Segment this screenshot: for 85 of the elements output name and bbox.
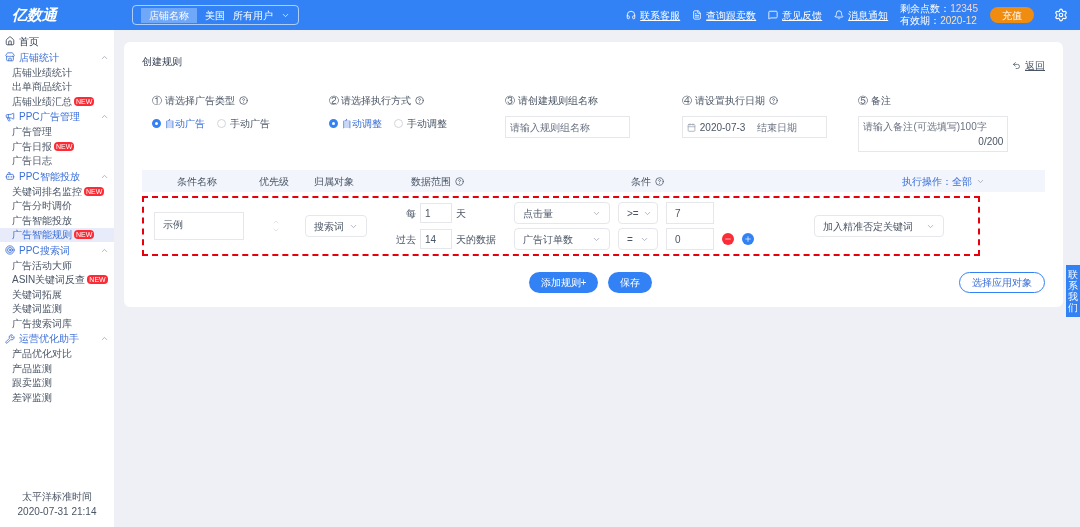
help-icon (415, 96, 425, 105)
target-select[interactable]: 搜索词 (305, 215, 367, 237)
operator-select[interactable]: >= (618, 202, 658, 224)
date-range-field[interactable]: 2020-07-3 结束日期 (681, 116, 827, 138)
radio-option[interactable]: 手动调整 (393, 116, 447, 131)
sidebar-item[interactable]: 广告分时调价 (0, 198, 114, 213)
plus-icon (744, 235, 752, 243)
sidebar-item[interactable]: 产品优化对比 (0, 346, 114, 361)
page-title: 创建规则 (142, 55, 182, 69)
sidebar-item[interactable]: 跟卖监测 (0, 375, 114, 390)
time-text: 2020-07-31 21:14 (16, 505, 98, 519)
sidebar-item[interactable]: 出单商品统计 (0, 79, 114, 94)
target-icon (5, 245, 15, 255)
timezone-text: 太平洋标准时间 (21, 490, 93, 504)
help-icon (238, 96, 248, 105)
add-rule-button[interactable]: 添加规则+ (528, 272, 599, 293)
sidebar-group[interactable]: PPC搜索词 (0, 242, 114, 258)
remark-field[interactable]: 请输入备注(可选填写)100字 0/200 (858, 116, 1009, 152)
settings-icon[interactable] (1054, 8, 1068, 22)
store-selector[interactable]: 店铺名称 美国 所有用户 (132, 5, 299, 25)
help-icon (454, 176, 464, 186)
sidebar-item[interactable]: 店铺业绩统计 (0, 65, 114, 80)
step-label: ⑤ 备注 (858, 94, 893, 108)
logo: 亿数通 (12, 4, 59, 25)
radio-option[interactable]: 手动广告 (217, 116, 270, 131)
bell-icon (834, 10, 845, 20)
sidebar-group[interactable]: 店铺统计 (0, 49, 114, 65)
headset-icon (626, 10, 637, 20)
add-button[interactable] (742, 233, 754, 245)
help-icon (768, 96, 778, 105)
input-field[interactable]: 请输入规则组名称 (505, 116, 631, 138)
metric-select[interactable]: 广告订单数 (514, 228, 610, 250)
step-label: ④ 请设置执行日期 (681, 93, 859, 108)
operator-select[interactable]: = (618, 228, 658, 250)
condition-name-field[interactable]: 示例 (154, 212, 244, 240)
number-field[interactable]: 14 (420, 229, 452, 249)
sidebar-item[interactable]: 广告活动大师 (0, 258, 114, 273)
expiry-text: 有效期：2020-12 (900, 15, 978, 27)
number-field[interactable]: 1 (420, 203, 452, 223)
value-field[interactable]: 0 (666, 228, 714, 250)
sidebar-item[interactable]: 广告管理 (0, 124, 114, 139)
metric-select[interactable]: 点击量 (514, 202, 610, 224)
megaphone-icon (5, 111, 15, 122)
sidebar-group[interactable]: 首页 (0, 33, 114, 49)
calendar-icon (686, 122, 696, 132)
save-button[interactable]: 保存 (608, 272, 653, 293)
past-label: 过去 (396, 232, 416, 247)
floating-tab[interactable]: 联系我们 (1066, 265, 1080, 317)
remove-button[interactable] (722, 233, 734, 245)
sidebar-group[interactable]: PPC广告管理 (0, 108, 114, 125)
undo-icon (1012, 61, 1021, 70)
store-icon (5, 52, 15, 62)
sidebar-item[interactable]: 关键词监测 (0, 301, 114, 316)
step-label: ③ 请创建规则组名称 (505, 94, 599, 108)
chat-icon (768, 10, 779, 20)
radio-option[interactable]: 自动调整 (328, 116, 382, 131)
table-header: 条件名称 优先级 归属对象 数据范围 条件 执行操作：全部 (142, 170, 1045, 192)
document-icon (692, 10, 703, 20)
help-icon (654, 176, 664, 186)
home-icon (5, 36, 15, 46)
value-field[interactable]: 7 (666, 202, 714, 224)
unit-label: 天 (456, 206, 467, 221)
back-link[interactable]: 返回 (1012, 58, 1045, 73)
sidebar-item[interactable]: 差评监测 (0, 390, 114, 405)
points-text: 剩余点数：12345 (900, 3, 978, 15)
sidebar-group[interactable]: 运营优化助手 (0, 330, 114, 347)
unit-label: 天的数据 (456, 232, 497, 247)
header-link[interactable]: 消息通知 (834, 7, 889, 23)
header-link[interactable]: 联系客服 (626, 7, 681, 23)
minus-icon (724, 235, 732, 243)
sidebar-item[interactable]: 广告智能投放 (0, 213, 114, 228)
radio-option[interactable]: 自动广告 (152, 116, 205, 131)
sidebar-item[interactable]: 广告搜索词库 (0, 316, 114, 331)
sidebar-group[interactable]: PPC智能投放 (0, 168, 114, 184)
step-label: ① 请选择广告类型 (152, 93, 329, 108)
every-label: 每 (406, 206, 416, 221)
sidebar-item[interactable]: 产品监测 (0, 361, 114, 376)
sidebar-item[interactable]: 关键词拓展 (0, 287, 114, 302)
wrench-icon (5, 333, 15, 344)
action-select[interactable]: 加入精准否定关键词 (814, 215, 944, 237)
sidebar-item[interactable]: 广告日志 (0, 153, 114, 168)
step-label: ② 请选择执行方式 (328, 93, 506, 108)
robot-icon (5, 171, 15, 181)
header-link[interactable]: 查询跟卖数 (692, 7, 757, 23)
header-link[interactable]: 意见反馈 (768, 7, 823, 23)
